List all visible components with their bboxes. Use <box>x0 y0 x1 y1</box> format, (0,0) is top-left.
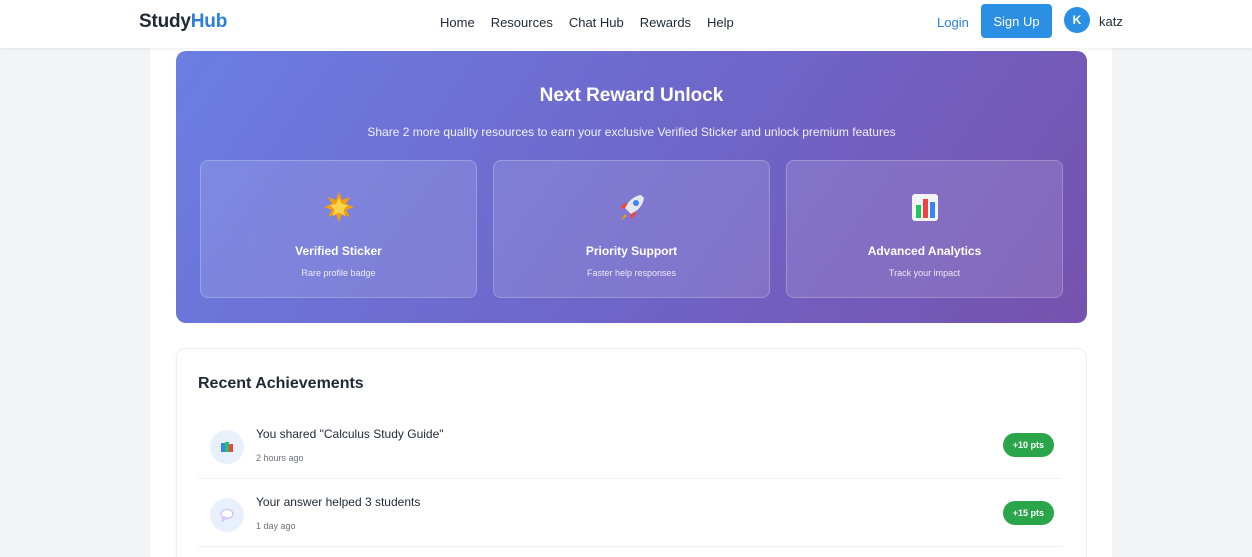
reward-title: Next Reward Unlock <box>539 85 724 106</box>
achievement-time: 1 day ago <box>256 521 296 531</box>
books-icon <box>210 430 244 464</box>
recent-achievements: Recent Achievements You shared "Calculus… <box>176 348 1087 557</box>
speech-bubble-icon <box>210 498 244 532</box>
nav-home[interactable]: Home <box>440 15 475 30</box>
bar-chart-icon <box>787 189 1062 225</box>
logo-study: Study <box>139 11 191 32</box>
reward-card-desc: Rare profile badge <box>301 268 376 278</box>
achievement-text: You shared "Calculus Study Guide" <box>256 427 444 441</box>
reward-banner: Next Reward Unlock Share 2 more quality … <box>176 51 1087 323</box>
username[interactable]: katz <box>1099 14 1123 29</box>
achievement-time: 2 hours ago <box>256 453 304 463</box>
logo-hub: Hub <box>190 11 228 32</box>
rocket-icon <box>494 189 769 225</box>
nav-rewards[interactable]: Rewards <box>640 15 691 30</box>
nav-chat-hub[interactable]: Chat Hub <box>569 15 624 30</box>
reward-card-desc: Track your impact <box>888 268 961 278</box>
list-item: Your answer helped 3 students 1 day ago … <box>198 481 1062 547</box>
nav-help[interactable]: Help <box>707 15 734 30</box>
points-badge: +10 pts <box>1002 433 1054 457</box>
reward-card-verified-sticker[interactable]: Verified Sticker Rare profile badge <box>200 160 477 298</box>
main-nav: Home Resources Chat Hub Rewards Help <box>440 15 734 30</box>
reward-card-name: Advanced Analytics <box>867 244 982 258</box>
reward-card-name: Verified Sticker <box>295 244 382 258</box>
login-link[interactable]: Login <box>937 15 969 30</box>
reward-card-name: Priority Support <box>585 244 678 258</box>
top-header: StudyHub Home Resources Chat Hub Rewards… <box>0 0 1252 48</box>
star-sticker-icon <box>201 189 476 225</box>
logo[interactable]: StudyHub <box>139 11 227 33</box>
sign-up-button[interactable]: Sign Up <box>981 4 1052 38</box>
nav-resources[interactable]: Resources <box>491 15 553 30</box>
reward-card-priority-support[interactable]: Priority Support Faster help responses <box>493 160 770 298</box>
points-badge: +15 pts <box>1002 501 1054 525</box>
reward-card-desc: Faster help responses <box>586 268 677 278</box>
achievements-title: Recent Achievements <box>198 375 364 392</box>
avatar[interactable]: K <box>1064 7 1090 33</box>
list-item: You shared "Calculus Study Guide" 2 hour… <box>198 413 1062 479</box>
achievement-text: Your answer helped 3 students <box>256 495 421 509</box>
reward-card-advanced-analytics[interactable]: Advanced Analytics Track your impact <box>786 160 1063 298</box>
reward-subtitle: Share 2 more quality resources to earn y… <box>367 125 896 139</box>
